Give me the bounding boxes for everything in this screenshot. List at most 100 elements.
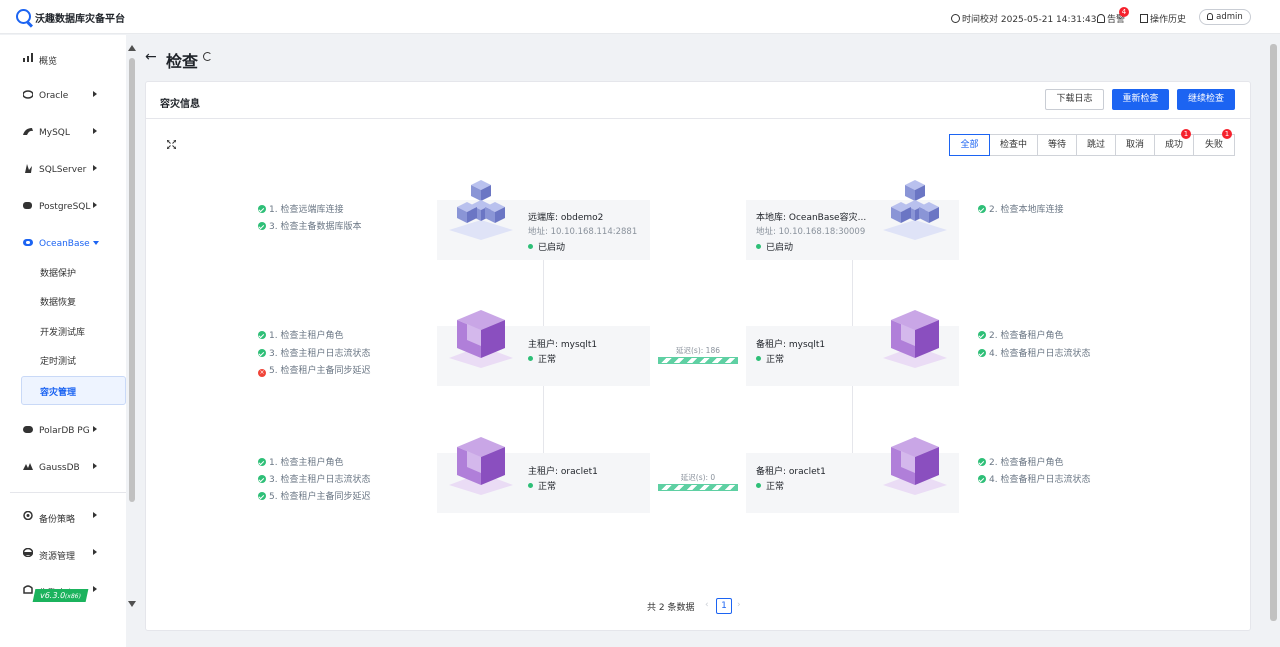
check-success-icon	[978, 475, 986, 483]
sidebar-item-overview[interactable]: 概览	[0, 39, 126, 75]
filter-checking[interactable]: 检查中	[989, 134, 1038, 156]
page-scrollbar[interactable]	[1270, 44, 1277, 621]
check-item: 4. 检查备租户日志流状态	[978, 472, 1090, 485]
check-item: 3. 检查主租户日志流状态	[258, 346, 370, 359]
check-item: 2. 检查备租户角色	[978, 328, 1063, 341]
filter-success[interactable]: 成功 1	[1154, 129, 1194, 156]
sidebar: 概览 Oracle MySQL SQLServer PostgreSQL Oce…	[0, 35, 126, 647]
page-title: 检查	[166, 52, 199, 71]
filter-failed[interactable]: 失败 1	[1193, 129, 1235, 156]
history-icon	[1140, 14, 1148, 23]
resource-icon	[23, 548, 33, 557]
sidebar-item-oracle[interactable]: Oracle	[0, 76, 126, 112]
sidebar-sub-dev-test-db[interactable]: 开发测试库	[40, 325, 85, 338]
check-item: 1. 检查远端库连接	[258, 202, 343, 215]
sidebar-item-resource-management[interactable]: 资源管理	[0, 534, 126, 570]
app-logo-icon	[16, 9, 31, 24]
filter-waiting[interactable]: 等待	[1037, 134, 1077, 156]
status-dot-icon	[528, 483, 533, 488]
status-dot-icon	[756, 356, 761, 361]
chevron-right-icon	[93, 512, 97, 518]
continue-check-button[interactable]: 继续检查	[1177, 89, 1235, 110]
sidebar-scroll-down-icon[interactable]	[128, 601, 136, 607]
check-item: 2. 检查本地库连接	[978, 202, 1063, 215]
tenant-box-icon	[883, 437, 947, 495]
database-icon	[23, 90, 33, 99]
status-badge: 正常	[528, 479, 556, 492]
chevron-right-icon	[93, 463, 97, 469]
connector-line	[543, 260, 544, 327]
next-page-icon[interactable]: ›	[737, 600, 741, 610]
sync-progress-bar	[658, 357, 738, 364]
check-success-icon	[978, 458, 986, 466]
sidebar-item-postgresql[interactable]: PostgreSQL	[0, 187, 126, 223]
filter-skipped[interactable]: 跳过	[1076, 134, 1116, 156]
check-success-icon	[258, 205, 266, 213]
user-menu-button[interactable]: admin	[1199, 9, 1251, 25]
sidebar-item-oceanbase[interactable]: OceanBase	[0, 224, 126, 260]
connector-line	[852, 260, 853, 327]
status-badge: 已启动	[528, 240, 565, 253]
card-title: 容灾信息	[160, 99, 200, 110]
sidebar-item-backup-strategy[interactable]: 备份策略	[0, 497, 126, 533]
status-dot-icon	[756, 483, 761, 488]
check-item: 4. 检查备租户日志流状态	[978, 346, 1090, 359]
dolphin-icon	[23, 128, 33, 135]
strategy-icon	[23, 511, 33, 520]
sidebar-sub-scheduled-test[interactable]: 定时测试	[40, 354, 76, 367]
chevron-right-icon	[93, 549, 97, 555]
check-success-icon	[258, 349, 266, 357]
prev-page-icon[interactable]: ‹	[705, 600, 709, 610]
page-number[interactable]: 1	[716, 598, 732, 614]
sidebar-item-sqlserver[interactable]: SQLServer	[0, 150, 126, 186]
check-success-icon	[258, 331, 266, 339]
user-icon	[1207, 13, 1214, 20]
sidebar-sub-dr-management[interactable]: 容灾管理	[21, 376, 126, 405]
sidebar-item-mysql[interactable]: MySQL	[0, 113, 126, 149]
refresh-icon[interactable]	[203, 52, 212, 61]
time-sync[interactable]: 时间校对 2025-05-21 14:31:43	[951, 12, 1096, 25]
connector-line	[852, 386, 853, 453]
check-success-icon	[258, 475, 266, 483]
sidebar-scrollbar[interactable]	[129, 58, 135, 502]
tenant-box-icon	[449, 437, 513, 495]
alert-count-badge: 4	[1119, 7, 1129, 17]
check-success-icon	[978, 205, 986, 213]
check-success-icon	[258, 492, 266, 500]
gaussdb-icon	[23, 463, 33, 470]
alert-button[interactable]: 告警 4	[1097, 7, 1129, 25]
sidebar-scroll-up-icon[interactable]	[128, 45, 136, 51]
check-item: 2. 检查备租户角色	[978, 455, 1063, 468]
status-badge: 正常	[756, 352, 784, 365]
sqlserver-icon	[25, 164, 32, 173]
download-log-button[interactable]: 下载日志	[1045, 89, 1104, 110]
check-item: 3. 检查主租户日志流状态	[258, 472, 370, 485]
status-dot-icon	[756, 244, 761, 249]
filter-cancelled[interactable]: 取消	[1115, 134, 1155, 156]
check-success-icon	[978, 331, 986, 339]
check-item: 1. 检查主租户角色	[258, 455, 343, 468]
sidebar-item-polardb[interactable]: PolarDB PG	[0, 411, 126, 447]
chevron-right-icon	[93, 165, 97, 171]
top-bar: 沃趣数据库灾备平台 时间校对 2025-05-21 14:31:43 告警 4 操…	[0, 0, 1280, 34]
check-item: × 5. 检查租户主备同步延迟	[258, 366, 371, 377]
check-item: 3. 检查主备数据库版本	[258, 219, 361, 232]
filter-all[interactable]: 全部	[949, 134, 990, 156]
tenant-box-icon	[449, 310, 513, 368]
sidebar-sub-data-recovery[interactable]: 数据恢复	[40, 295, 76, 308]
sidebar-item-gaussdb[interactable]: GaussDB	[0, 448, 126, 484]
status-badge: 已启动	[756, 240, 793, 253]
alarm-icon	[23, 585, 33, 594]
sidebar-divider	[10, 492, 126, 493]
sync-delay-label: 延迟(s): 0	[680, 473, 716, 482]
sidebar-sub-data-protection[interactable]: 数据保护	[40, 266, 76, 279]
database-cluster-icon	[883, 180, 947, 240]
sync-progress-bar	[658, 484, 738, 491]
check-item: 5. 检查租户主备同步延迟	[258, 489, 370, 502]
connector-line	[543, 386, 544, 453]
fullscreen-icon[interactable]	[167, 140, 176, 149]
history-button[interactable]: 操作历史	[1140, 12, 1186, 25]
chevron-down-icon	[93, 241, 99, 245]
recheck-button[interactable]: 重新检查	[1112, 89, 1169, 110]
back-arrow-icon[interactable]: ←	[145, 49, 157, 65]
